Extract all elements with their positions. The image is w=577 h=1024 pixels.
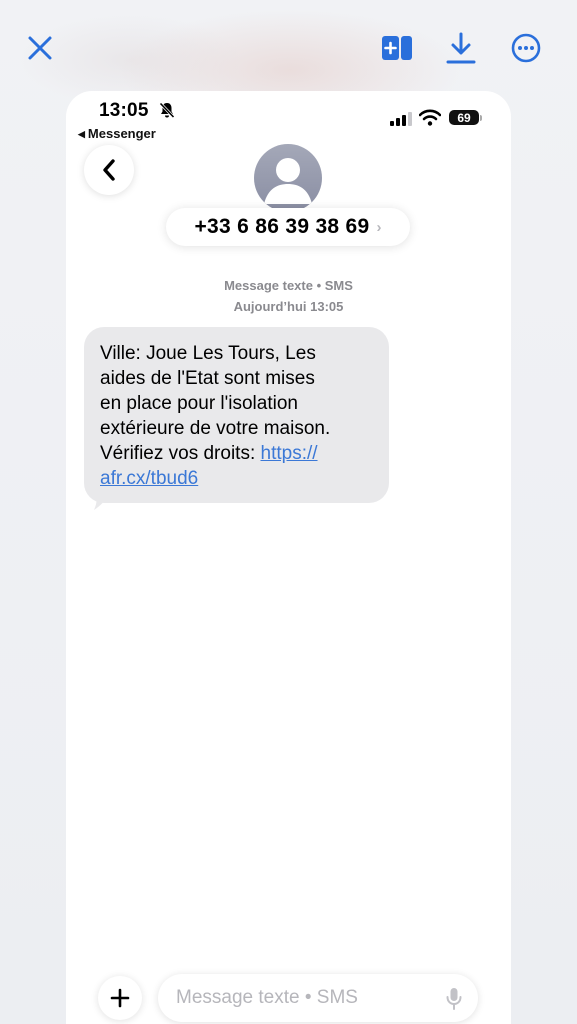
back-triangle-icon: ◀ (78, 129, 85, 139)
person-icon (264, 158, 312, 204)
message-line: Vérifiez vos droits: https:// (100, 441, 377, 466)
download-icon (446, 32, 476, 64)
add-to-conversation-button[interactable] (379, 30, 415, 66)
download-button[interactable] (443, 30, 479, 66)
message-line: en place pour l'isolation (100, 393, 298, 414)
back-button[interactable] (84, 145, 134, 195)
cellular-signal-icon (390, 112, 412, 126)
chevron-right-icon: › (376, 218, 382, 236)
message-date: Aujourd’hui 13:05 (233, 299, 344, 314)
wifi-icon (419, 109, 441, 126)
contact-number: +33 6 86 39 38 69 (194, 215, 370, 238)
message-line: afr.cx/tbud6 (100, 466, 377, 491)
back-to-app-link[interactable]: ◀ Messenger (78, 126, 156, 141)
bubble-tail (94, 491, 112, 510)
compose-placeholder: Message texte • SMS (176, 987, 358, 1008)
message-line: Ville: Joue Les Tours, Les (100, 343, 316, 364)
close-icon (28, 36, 52, 60)
contact-avatar[interactable] (254, 144, 322, 212)
add-to-conversation-icon (382, 36, 412, 60)
more-icon (511, 33, 541, 63)
battery-indicator: 69 (449, 110, 479, 125)
message-line: extérieure de votre maison. (100, 418, 331, 439)
battery-level: 69 (457, 110, 471, 125)
phone-screenshot: 13:05 ◀ Messenger 69 +33 6 86 39 38 69 ›… (66, 91, 511, 1024)
microphone-icon[interactable] (446, 987, 462, 1011)
battery-cap (480, 115, 482, 121)
service-label: Message texte • SMS (224, 278, 353, 293)
close-button[interactable] (22, 30, 58, 66)
bell-off-icon (159, 102, 175, 119)
message-link-part[interactable]: https:// (261, 443, 318, 464)
message-link-part[interactable]: afr.cx/tbud6 (100, 468, 198, 489)
back-app-label: Messenger (87, 126, 156, 141)
add-attachment-button[interactable] (98, 976, 142, 1020)
chevron-left-icon (103, 159, 115, 181)
message-compose-field[interactable]: Message texte • SMS (158, 974, 478, 1022)
message-line: aides de l'Etat sont mises (100, 368, 315, 389)
image-viewer-toolbar (0, 0, 577, 92)
status-time: 13:05 (99, 100, 149, 121)
message-text: Vérifiez vos droits: (100, 443, 261, 464)
received-message-bubble: Ville: Joue Les Tours, Les aides de l'Et… (84, 327, 389, 503)
contact-name-pill[interactable]: +33 6 86 39 38 69 › (166, 208, 410, 246)
more-options-button[interactable] (508, 30, 544, 66)
plus-icon (110, 988, 130, 1008)
